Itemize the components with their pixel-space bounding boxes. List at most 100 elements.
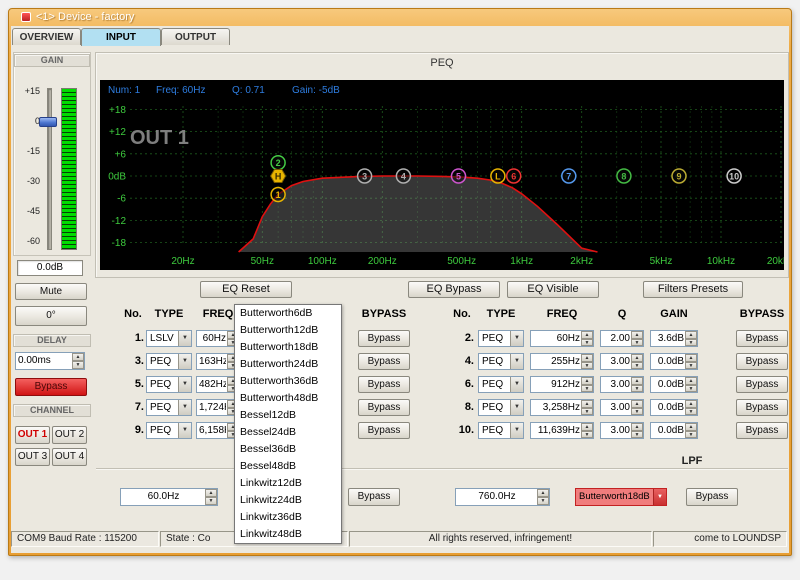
eq-reset-button[interactable]: EQ Reset: [200, 281, 292, 298]
spin-up-icon[interactable]: ▲: [581, 377, 593, 385]
spin-up-icon[interactable]: ▲: [581, 400, 593, 408]
band-type-select[interactable]: PEQ▼: [478, 353, 524, 370]
dropdown-item[interactable]: Bessel24dB: [235, 424, 341, 441]
chevron-down-icon[interactable]: ▼: [510, 354, 523, 369]
spin-down-icon[interactable]: ▼: [631, 385, 643, 393]
lpf-type-select[interactable]: Butterworth18dB ▼: [575, 488, 667, 506]
band-q-spinner[interactable]: 3.00▲▼: [600, 353, 644, 370]
dropdown-item[interactable]: Butterworth12dB: [235, 322, 341, 339]
band-q-spinner[interactable]: 3.00▲▼: [600, 422, 644, 439]
phase-button[interactable]: 0°: [15, 306, 87, 326]
channel-out3-button[interactable]: OUT 3: [15, 448, 50, 466]
chevron-down-icon[interactable]: ▼: [510, 331, 523, 346]
tab-input[interactable]: INPUT: [81, 28, 161, 46]
band-q-spinner[interactable]: 2.00▲▼: [600, 330, 644, 347]
dropdown-item[interactable]: Bessel36dB: [235, 441, 341, 458]
band-freq-spinner[interactable]: 912Hz▲▼: [530, 376, 594, 393]
lpf-bypass-button[interactable]: Bypass: [686, 488, 738, 506]
band-bypass-button[interactable]: Bypass: [736, 399, 788, 416]
spin-up-icon[interactable]: ▲: [631, 331, 643, 339]
eq-bypass-button[interactable]: EQ Bypass: [408, 281, 500, 298]
lpf-freq-spinner[interactable]: 760.0Hz ▲▼: [455, 488, 550, 506]
dropdown-item[interactable]: Linkwitz24dB: [235, 492, 341, 509]
spin-down-icon[interactable]: ▼: [581, 431, 593, 439]
spin-up-icon[interactable]: ▲: [537, 489, 549, 497]
spin-up-icon[interactable]: ▲: [581, 423, 593, 431]
spin-down-icon[interactable]: ▼: [685, 408, 697, 416]
spin-up-icon[interactable]: ▲: [685, 354, 697, 362]
dropdown-item[interactable]: Bessel12dB: [235, 407, 341, 424]
spin-up-icon[interactable]: ▲: [581, 331, 593, 339]
spin-down-icon[interactable]: ▼: [581, 339, 593, 347]
hpf-bypass-button[interactable]: Bypass: [348, 488, 400, 506]
spin-down-icon[interactable]: ▼: [685, 431, 697, 439]
channel-out4-button[interactable]: OUT 4: [52, 448, 87, 466]
band-gain-spinner[interactable]: 0.0dB▲▼: [650, 353, 698, 370]
dropdown-item[interactable]: Butterworth48dB: [235, 390, 341, 407]
spin-down-icon[interactable]: ▼: [685, 385, 697, 393]
eq-visible-button[interactable]: EQ Visible: [507, 281, 599, 298]
band-type-select[interactable]: PEQ▼: [478, 422, 524, 439]
band-type-select[interactable]: PEQ▼: [478, 330, 524, 347]
spin-up-icon[interactable]: ▲: [631, 354, 643, 362]
spin-up-icon[interactable]: ▲: [581, 354, 593, 362]
spin-down-icon[interactable]: ▼: [537, 497, 549, 505]
spin-up-icon[interactable]: ▲: [685, 331, 697, 339]
filter-type-dropdown-list[interactable]: Butterworth6dBButterworth12dBButterworth…: [234, 304, 342, 544]
spin-down-icon[interactable]: ▼: [685, 339, 697, 347]
band-type-select[interactable]: PEQ▼: [478, 399, 524, 416]
spin-down-icon[interactable]: ▼: [631, 362, 643, 370]
dropdown-item[interactable]: Bessel48dB: [235, 458, 341, 475]
spin-up-icon[interactable]: ▲: [631, 400, 643, 408]
spin-down-icon[interactable]: ▼: [581, 362, 593, 370]
band-freq-spinner[interactable]: 60Hz▲▼: [530, 330, 594, 347]
band-q-spinner[interactable]: 3.00▲▼: [600, 399, 644, 416]
gain-fader-track[interactable]: [47, 88, 52, 250]
spin-down-icon[interactable]: ▼: [631, 339, 643, 347]
spin-down-icon[interactable]: ▼: [205, 497, 217, 505]
band-q-spinner[interactable]: 3.00▲▼: [600, 376, 644, 393]
band-gain-spinner[interactable]: 3.6dB▲▼: [650, 330, 698, 347]
band-bypass-button[interactable]: Bypass: [736, 422, 788, 439]
dropdown-item[interactable]: Butterworth36dB: [235, 373, 341, 390]
band-bypass-button[interactable]: Bypass: [736, 330, 788, 347]
gain-fader-handle[interactable]: [39, 117, 57, 127]
spin-up-icon[interactable]: ▲: [685, 423, 697, 431]
dropdown-item[interactable]: Butterworth18dB: [235, 339, 341, 356]
chevron-down-icon[interactable]: ▼: [510, 400, 523, 415]
tab-overview[interactable]: OVERVIEW: [12, 28, 81, 45]
dropdown-item[interactable]: Linkwitz48dB: [235, 526, 341, 543]
band-bypass-button[interactable]: Bypass: [736, 353, 788, 370]
spin-up-icon[interactable]: ▲: [631, 423, 643, 431]
tab-output[interactable]: OUTPUT: [161, 28, 230, 45]
chevron-down-icon[interactable]: ▼: [510, 377, 523, 392]
titlebar[interactable]: <1> Device - factory: [8, 8, 792, 26]
spin-down-icon[interactable]: ▼: [631, 431, 643, 439]
hpf-freq-spinner[interactable]: 60.0Hz ▲▼: [120, 488, 218, 506]
spin-up-icon[interactable]: ▲: [685, 377, 697, 385]
band-gain-spinner[interactable]: 0.0dB▲▼: [650, 422, 698, 439]
dropdown-item[interactable]: Butterworth6dB: [235, 305, 341, 322]
band-freq-spinner[interactable]: 11,639Hz▲▼: [530, 422, 594, 439]
chevron-down-icon[interactable]: ▼: [653, 489, 666, 505]
spin-down-icon[interactable]: ▼: [631, 408, 643, 416]
spin-up-icon[interactable]: ▲: [685, 400, 697, 408]
spin-up-icon[interactable]: ▲: [631, 377, 643, 385]
chevron-down-icon[interactable]: ▼: [510, 423, 523, 438]
dropdown-item[interactable]: Linkwitz36dB: [235, 509, 341, 526]
band-freq-spinner[interactable]: 255Hz▲▼: [530, 353, 594, 370]
dropdown-item[interactable]: Linkwitz12dB: [235, 475, 341, 492]
band-type-select[interactable]: PEQ▼: [478, 376, 524, 393]
band-freq-spinner[interactable]: 3,258Hz▲▼: [530, 399, 594, 416]
filters-presets-button[interactable]: Filters Presets: [643, 281, 743, 298]
eq-graph-area[interactable]: 20Hz50Hz100Hz200Hz500Hz1kHz2kHz5kHz10kHz…: [100, 80, 784, 270]
spin-down-icon[interactable]: ▼: [581, 408, 593, 416]
dropdown-item[interactable]: Butterworth24dB: [235, 356, 341, 373]
spin-down-icon[interactable]: ▼: [581, 385, 593, 393]
spin-up-icon[interactable]: ▲: [205, 489, 217, 497]
band-gain-spinner[interactable]: 0.0dB▲▼: [650, 399, 698, 416]
spin-down-icon[interactable]: ▼: [685, 362, 697, 370]
band-bypass-button[interactable]: Bypass: [736, 376, 788, 393]
mute-button[interactable]: Mute: [15, 283, 87, 300]
band-gain-spinner[interactable]: 0.0dB▲▼: [650, 376, 698, 393]
